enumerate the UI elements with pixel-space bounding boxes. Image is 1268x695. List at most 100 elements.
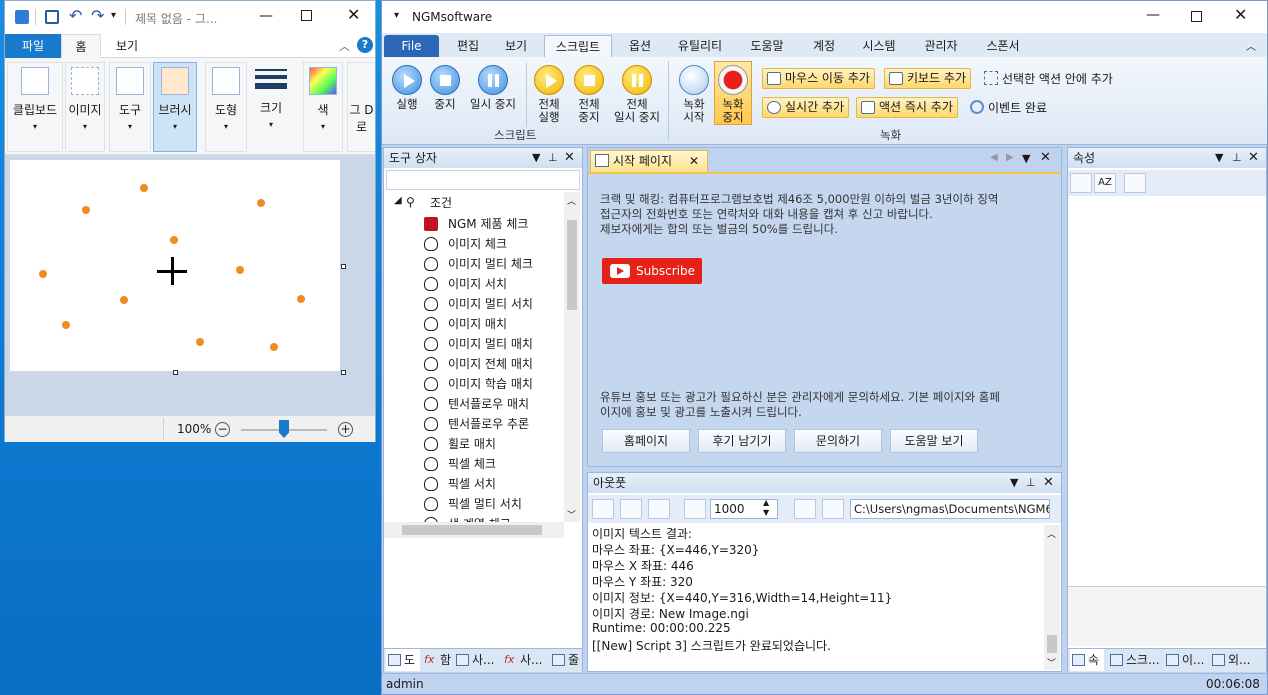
tab-functions[interactable]: fx 함 (422, 649, 454, 671)
tab-utility[interactable]: 유틸리티 (670, 35, 730, 57)
close-icon[interactable]: ✕ (1248, 148, 1259, 168)
tab-lines[interactable]: 줄 (550, 649, 582, 671)
pin-icon[interactable]: ⊥ (548, 148, 558, 168)
add-mouse-move-button[interactable]: 마우스 이동 추가 (762, 68, 875, 89)
save-icon[interactable] (794, 499, 816, 519)
save-icon[interactable] (45, 10, 59, 24)
stop-button[interactable]: 중지 (428, 65, 462, 111)
tree-root-label[interactable]: 조건 (430, 194, 452, 211)
clipboard-group[interactable]: 클립보드 ▾ (7, 62, 63, 152)
help-view-button[interactable]: 도움말 보기 (890, 429, 978, 453)
tab-help[interactable]: 도움말 (742, 35, 792, 57)
toolbox-hscrollbar[interactable] (384, 522, 564, 538)
write-review-button[interactable]: 후기 남기기 (698, 429, 786, 453)
resize-handle[interactable] (173, 370, 178, 375)
tab-toolbox[interactable]: 도 (386, 649, 420, 671)
tab-sponsor[interactable]: 스폰서 (978, 35, 1028, 57)
toolbox-vscrollbar[interactable]: ︿ ﹀ (564, 192, 580, 522)
tab-external[interactable]: 외... (1210, 649, 1264, 671)
collapse-ribbon-icon[interactable]: ︿ (339, 38, 350, 54)
add-keyboard-button[interactable]: 키보드 추가 (884, 68, 972, 89)
tab-user[interactable]: 사... (454, 649, 500, 671)
tab-user-functions[interactable]: fx 사... (502, 649, 548, 671)
redo-icon[interactable]: ↷ (91, 6, 104, 25)
collapse-ribbon-icon[interactable]: ︿ (1246, 38, 1256, 53)
panel-dropdown-icon[interactable]: ▼ (1215, 148, 1223, 168)
folder-icon[interactable] (822, 499, 844, 519)
record-start-button[interactable]: 녹화 시작 (674, 65, 714, 124)
zoom-in-button[interactable]: + (338, 422, 353, 437)
pause-button[interactable]: 일시 중지 (466, 65, 520, 111)
paint3d-group[interactable]: 그 D로 (347, 62, 375, 152)
run-button[interactable]: 실행 (390, 65, 424, 111)
add-into-selected-action-button[interactable]: 선택한 액션 안에 추가 (982, 70, 1113, 87)
toolbox-search-input[interactable] (386, 170, 580, 190)
close-button[interactable]: ✕ (347, 5, 360, 24)
record-stop-button[interactable]: 녹화 중지 (714, 61, 752, 125)
close-icon[interactable]: ✕ (1043, 473, 1054, 493)
run-all-button[interactable]: 전체 실행 (532, 65, 566, 124)
close-tab-icon[interactable]: ✕ (689, 151, 699, 171)
tab-scroll-left-icon[interactable]: ◀ (990, 152, 998, 163)
tab-system[interactable]: 시스템 (854, 35, 904, 57)
stepper-arrows-icon[interactable]: ▲ ▼ (763, 498, 769, 518)
window-menu-icon[interactable]: ▾ (394, 10, 399, 21)
help-icon[interactable]: ? (357, 37, 373, 53)
tab-images[interactable]: 이... (1164, 649, 1208, 671)
stop-all-button[interactable]: 전체 중지 (572, 65, 606, 124)
panel-dropdown-icon[interactable]: ▼ (1010, 473, 1018, 493)
tab-script[interactable]: 스크립트 (544, 35, 612, 57)
tab-scroll-right-icon[interactable]: ▶ (1006, 152, 1014, 163)
output-path-field[interactable]: C:\Users\ngmas\Documents\NGM6\ (850, 499, 1050, 519)
tab-admin[interactable]: 관리자 (916, 35, 966, 57)
tab-properties[interactable]: 속 (1070, 649, 1104, 671)
undo-icon[interactable]: ↶ (69, 6, 82, 25)
tab-start-page[interactable]: 시작 페이지 ✕ (590, 150, 708, 172)
pin-icon[interactable]: ⊥ (1232, 148, 1242, 168)
add-realtime-button[interactable]: 실시간 추가 (762, 97, 850, 118)
zoom-out-button[interactable]: − (215, 422, 230, 437)
tab-file[interactable]: File (384, 35, 439, 57)
tab-account[interactable]: 계정 (806, 35, 842, 57)
tab-scripts[interactable]: 스크... (1108, 649, 1162, 671)
tab-view[interactable]: 보기 (107, 34, 147, 58)
maximize-button[interactable] (301, 10, 312, 21)
scroll-thumb[interactable] (567, 220, 577, 310)
close-icon[interactable]: ✕ (564, 148, 575, 168)
line-limit-stepper[interactable]: 1000 ▲ ▼ (710, 498, 778, 519)
output-vscrollbar[interactable]: ︿ ﹀ (1044, 525, 1060, 670)
resize-handle[interactable] (341, 264, 346, 269)
brush-group[interactable]: 브러시 ▾ (153, 62, 197, 152)
add-action-instantly-button[interactable]: 액션 즉시 추가 (856, 97, 958, 118)
property-pages-icon[interactable] (1124, 173, 1146, 193)
quick-access-dropdown-icon[interactable]: ▾ (111, 10, 116, 21)
tools-group[interactable]: 도구 ▾ (109, 62, 151, 152)
zoom-slider-thumb[interactable] (279, 420, 289, 438)
pin-icon[interactable]: ⊥ (1026, 473, 1036, 493)
homepage-button[interactable]: 홈페이지 (602, 429, 690, 453)
tab-list-dropdown-icon[interactable]: ▼ (1022, 152, 1030, 165)
tab-options[interactable]: 옵션 (620, 35, 660, 57)
close-document-icon[interactable]: ✕ (1040, 150, 1051, 165)
shapes-group[interactable]: 도형 ▾ (205, 62, 247, 152)
minimize-button[interactable]: — (1146, 7, 1160, 23)
size-group[interactable]: 크기 ▾ (251, 62, 291, 152)
close-button[interactable]: ✕ (1234, 5, 1247, 24)
scroll-thumb[interactable] (1047, 635, 1057, 653)
youtube-subscribe-button[interactable]: Subscribe (602, 258, 702, 284)
color-group[interactable]: 색 ▾ (303, 62, 343, 152)
tree-collapse-icon[interactable]: ◢ (394, 195, 402, 206)
contact-button[interactable]: 문의하기 (794, 429, 882, 453)
panel-dropdown-icon[interactable]: ▼ (532, 148, 540, 168)
sort-az-icon[interactable]: AZ (1094, 173, 1116, 193)
maximize-button[interactable] (1191, 11, 1202, 22)
eraser-icon[interactable] (684, 499, 706, 519)
scroll-thumb[interactable] (402, 525, 542, 535)
list-icon[interactable] (648, 499, 670, 519)
clear-icon[interactable] (592, 499, 614, 519)
image-group[interactable]: 이미지 ▾ (65, 62, 105, 152)
tab-home[interactable]: 홈 (61, 34, 101, 58)
pause-all-button[interactable]: 전체 일시 중지 (610, 65, 664, 124)
copy-icon[interactable] (620, 499, 642, 519)
categorized-icon[interactable] (1070, 173, 1092, 193)
